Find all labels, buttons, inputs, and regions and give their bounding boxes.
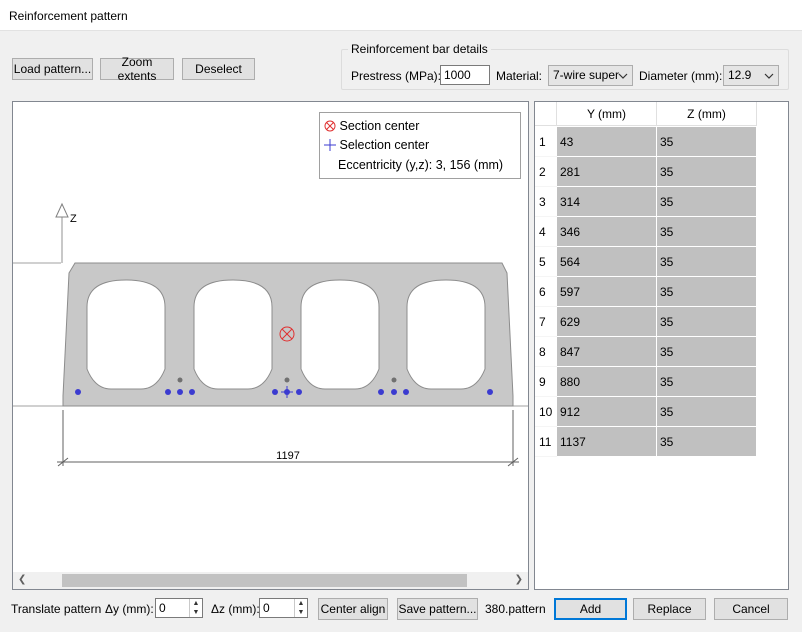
table-cell-y[interactable]: 43: [557, 127, 657, 157]
scroll-left-icon[interactable]: ❮: [18, 574, 26, 585]
zoom-extents-button[interactable]: Zoom extents: [100, 55, 174, 83]
table-cell-y[interactable]: 314: [557, 187, 657, 217]
selection-center-icon: [324, 139, 336, 151]
z-axis-label: Z: [70, 213, 77, 225]
dy-spin-icon[interactable]: ▲ ▼: [189, 599, 202, 617]
dy-value: 0: [159, 601, 166, 615]
table-cell-z[interactable]: 35: [657, 277, 757, 307]
column-header-z[interactable]: Z (mm): [657, 102, 757, 126]
row-header[interactable]: 5: [535, 247, 557, 277]
row-header[interactable]: 7: [535, 307, 557, 337]
scroll-right-icon[interactable]: ❯: [515, 574, 523, 585]
table-cell-y[interactable]: 629: [557, 307, 657, 337]
load-pattern-button[interactable]: Load pattern...: [12, 58, 93, 80]
void-4: [406, 279, 486, 390]
cancel-button[interactable]: Cancel: [714, 598, 788, 620]
table-cell-z[interactable]: 35: [657, 157, 757, 187]
table-cell-z[interactable]: 35: [657, 217, 757, 247]
material-label: Material:: [496, 69, 543, 83]
legend-selection-center: Selection center: [324, 138, 429, 152]
dz-value: 0: [263, 601, 270, 615]
eccentricity-text: Eccentricity (y,z): 3, 156 (mm): [338, 158, 504, 172]
table-cell-y[interactable]: 597: [557, 277, 657, 307]
row-header[interactable]: 8: [535, 337, 557, 367]
diameter-label: Diameter (mm):: [639, 69, 723, 83]
pattern-filename: 380.pattern: [485, 602, 546, 616]
diameter-select[interactable]: 12.9: [723, 65, 779, 86]
material-select[interactable]: 7-wire super: [548, 65, 633, 86]
legend-section-center: Section center: [324, 119, 419, 133]
prestress-input[interactable]: 1000: [440, 65, 490, 85]
z-axis-arrow: [55, 202, 69, 263]
title-bar: Reinforcement pattern: [0, 0, 802, 31]
replace-button[interactable]: Replace: [633, 598, 706, 620]
dy-label: Δy (mm):: [105, 602, 154, 616]
table-cell-y[interactable]: 880: [557, 367, 657, 397]
table-cell-y[interactable]: 912: [557, 397, 657, 427]
dimension-label: 1197: [276, 450, 300, 462]
row-header[interactable]: 9: [535, 367, 557, 397]
scrollbar-thumb[interactable]: [62, 574, 467, 587]
add-button[interactable]: Add: [554, 598, 627, 620]
prestress-label: Prestress (MPa):: [351, 69, 442, 83]
horizontal-scrollbar[interactable]: ❮ ❯: [13, 572, 528, 589]
chevron-down-icon: [764, 70, 774, 84]
row-header[interactable]: 10: [535, 397, 557, 427]
row-header[interactable]: 3: [535, 187, 557, 217]
dz-spin-icon[interactable]: ▲ ▼: [294, 599, 307, 617]
chevron-down-icon: [618, 70, 628, 84]
selection-center-text: Selection center: [339, 138, 430, 152]
table-cell-y[interactable]: 564: [557, 247, 657, 277]
void-1: [86, 279, 166, 390]
void-3: [300, 279, 380, 390]
dy-stepper[interactable]: 0 ▲ ▼: [155, 598, 203, 618]
rebar-table[interactable]: Y (mm) Z (mm) 1 43 35 2 281 35 3 314 35 4 346 35 5 56…: [534, 101, 789, 590]
save-pattern-button[interactable]: Save pattern...: [397, 598, 478, 620]
row-header[interactable]: 6: [535, 277, 557, 307]
section-canvas[interactable]: 1197 Z Section center Selection center E…: [12, 101, 529, 590]
void-2: [193, 279, 273, 390]
table-cell-z[interactable]: 35: [657, 187, 757, 217]
material-value: 7-wire super: [553, 68, 620, 82]
table-cell-z[interactable]: 35: [657, 127, 757, 157]
section-center-icon: [324, 120, 336, 132]
row-header[interactable]: 11: [535, 427, 557, 457]
table-cell-z[interactable]: 35: [657, 367, 757, 397]
row-header[interactable]: 1: [535, 127, 557, 157]
diameter-value: 12.9: [728, 68, 752, 82]
row-header[interactable]: 4: [535, 217, 557, 247]
section-center-text: Section center: [339, 119, 420, 133]
table-cell-y[interactable]: 281: [557, 157, 657, 187]
table-cell-z[interactable]: 35: [657, 307, 757, 337]
table-cell-y[interactable]: 346: [557, 217, 657, 247]
table-cell-z[interactable]: 35: [657, 427, 757, 457]
table-cell-z[interactable]: 35: [657, 337, 757, 367]
center-align-button[interactable]: Center align: [318, 598, 388, 620]
dz-label: Δz (mm):: [211, 602, 260, 616]
column-header-y[interactable]: Y (mm): [557, 102, 657, 126]
deselect-button[interactable]: Deselect: [182, 58, 255, 80]
dz-stepper[interactable]: 0 ▲ ▼: [259, 598, 308, 618]
table-cell-z[interactable]: 35: [657, 397, 757, 427]
table-cell-y[interactable]: 1137: [557, 427, 657, 457]
table-corner: [535, 102, 557, 126]
translate-label: Translate pattern: [11, 602, 102, 616]
row-header[interactable]: 2: [535, 157, 557, 187]
window-title: Reinforcement pattern: [9, 9, 128, 23]
bar-details-legend: Reinforcement bar details: [348, 42, 491, 56]
canvas-legend: Section center Selection center Eccentri…: [319, 112, 521, 179]
table-cell-y[interactable]: 847: [557, 337, 657, 367]
table-cell-z[interactable]: 35: [657, 247, 757, 277]
